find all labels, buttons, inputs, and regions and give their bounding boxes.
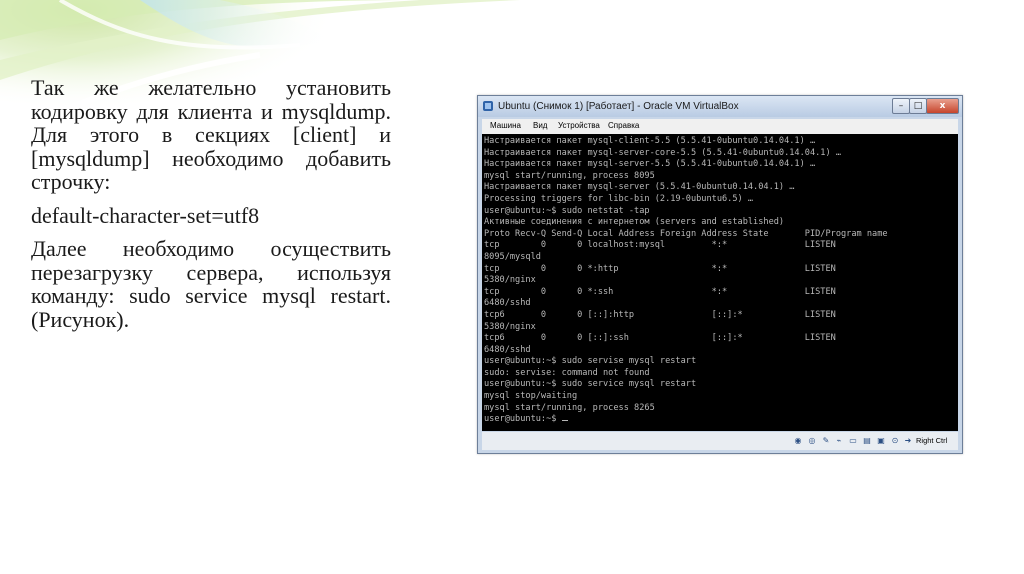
network-icon[interactable]: ⌁ [834,436,844,446]
terminal-line: mysql start/running, process 8095 [484,170,655,181]
paragraph-restart-instruction: Далее необходимо осуществить перезагрузк… [31,236,391,332]
menu-item-view[interactable]: Вид [533,121,547,130]
menu-item-devices[interactable]: Устройства [558,121,600,130]
terminal-line: tcp 0 0 *:ssh *:* LISTEN [484,286,836,297]
slide-text-block: Так же желательно установить кодировку д… [31,76,391,341]
terminal-line: 8095/mysqld [484,251,541,262]
terminal-line: Настраивается пакет mysql-server (5.5.41… [484,182,795,193]
terminal-line: mysql stop/waiting [484,391,578,402]
hard-disk-icon[interactable]: ◉ [793,436,803,446]
paragraph-encoding-intro: Так же желательно установить кодировку д… [31,75,391,194]
minimize-button[interactable]: – [892,98,910,114]
menu-bar: Машина Вид Устройства Справка [482,119,958,134]
status-bar: ◉ ◎ ✎ ⌁ ▭ ▤ ▣ ⊙ ➜ Right Ctrl [482,432,958,450]
terminal-line: user@ubuntu:~$ [484,414,562,425]
terminal-line: mysql start/running, process 8265 [484,402,655,413]
terminal-line: user@ubuntu:~$ sudo servise mysql restar… [484,356,697,367]
terminal-line: Настраивается пакет mysql-client-5.5 (5.… [484,136,816,146]
terminal-line: Настраивается пакет mysql-server-5.5 (5.… [484,159,816,170]
display-icon[interactable]: ▣ [876,436,886,446]
terminal-line: 5380/nginx [484,275,536,286]
menu-item-help[interactable]: Справка [608,121,639,130]
terminal-cursor [561,420,568,422]
terminal-line: tcp6 0 0 [::]:http [::]:* LISTEN [484,309,836,320]
terminal-line: Настраивается пакет mysql-server-core-5.… [484,147,841,158]
capture-icon[interactable]: ⊙ [890,436,900,446]
host-key-label: Right Ctrl [916,436,948,445]
terminal-line: tcp 0 0 *:http *:* LISTEN [484,263,836,274]
terminal-line: sudo: servise: command not found [484,367,650,378]
virtualbox-window: Ubuntu (Снимок 1) [Работает] - Oracle VM… [477,95,963,454]
terminal-line: 6480/sshd [484,344,531,355]
terminal-line: Активные соединения с интернетом (server… [484,217,785,228]
virtualbox-app-icon [483,101,493,111]
window-title: Ubuntu (Снимок 1) [Работает] - Oracle VM… [498,101,739,112]
paragraph-config-line: default-character-set=utf8 [31,202,260,228]
terminal-line: tcp 0 0 localhost:mysql *:* LISTEN [484,240,836,251]
close-button[interactable]: x [926,98,959,114]
pencil-icon[interactable]: ✎ [821,436,831,446]
window-titlebar[interactable]: Ubuntu (Снимок 1) [Работает] - Oracle VM… [478,96,962,117]
menu-item-machine[interactable]: Машина [490,121,521,130]
terminal-line: 6480/sshd [484,298,531,309]
maximize-button[interactable]: □ [909,98,927,114]
terminal-screen[interactable]: Настраивается пакет mysql-client-5.5 (5.… [482,134,958,431]
host-key-arrow-icon: ➜ [904,436,912,445]
terminal-line: Processing triggers for libc-bin (2.19-0… [484,193,754,204]
terminal-line: Proto Recv-Q Send-Q Local Address Foreig… [484,228,888,239]
optical-drive-icon[interactable]: ◎ [807,436,817,446]
terminal-line: 5380/nginx [484,321,536,332]
usb-icon[interactable]: ▭ [848,436,858,446]
terminal-line: user@ubuntu:~$ sudo service mysql restar… [484,379,697,390]
shared-folder-icon[interactable]: ▤ [862,436,872,446]
terminal-line: user@ubuntu:~$ sudo netstat -tap [484,205,650,216]
terminal-line: tcp6 0 0 [::]:ssh [::]:* LISTEN [484,333,836,344]
terminal-output: Настраивается пакет mysql-client-5.5 (5.… [482,134,958,426]
